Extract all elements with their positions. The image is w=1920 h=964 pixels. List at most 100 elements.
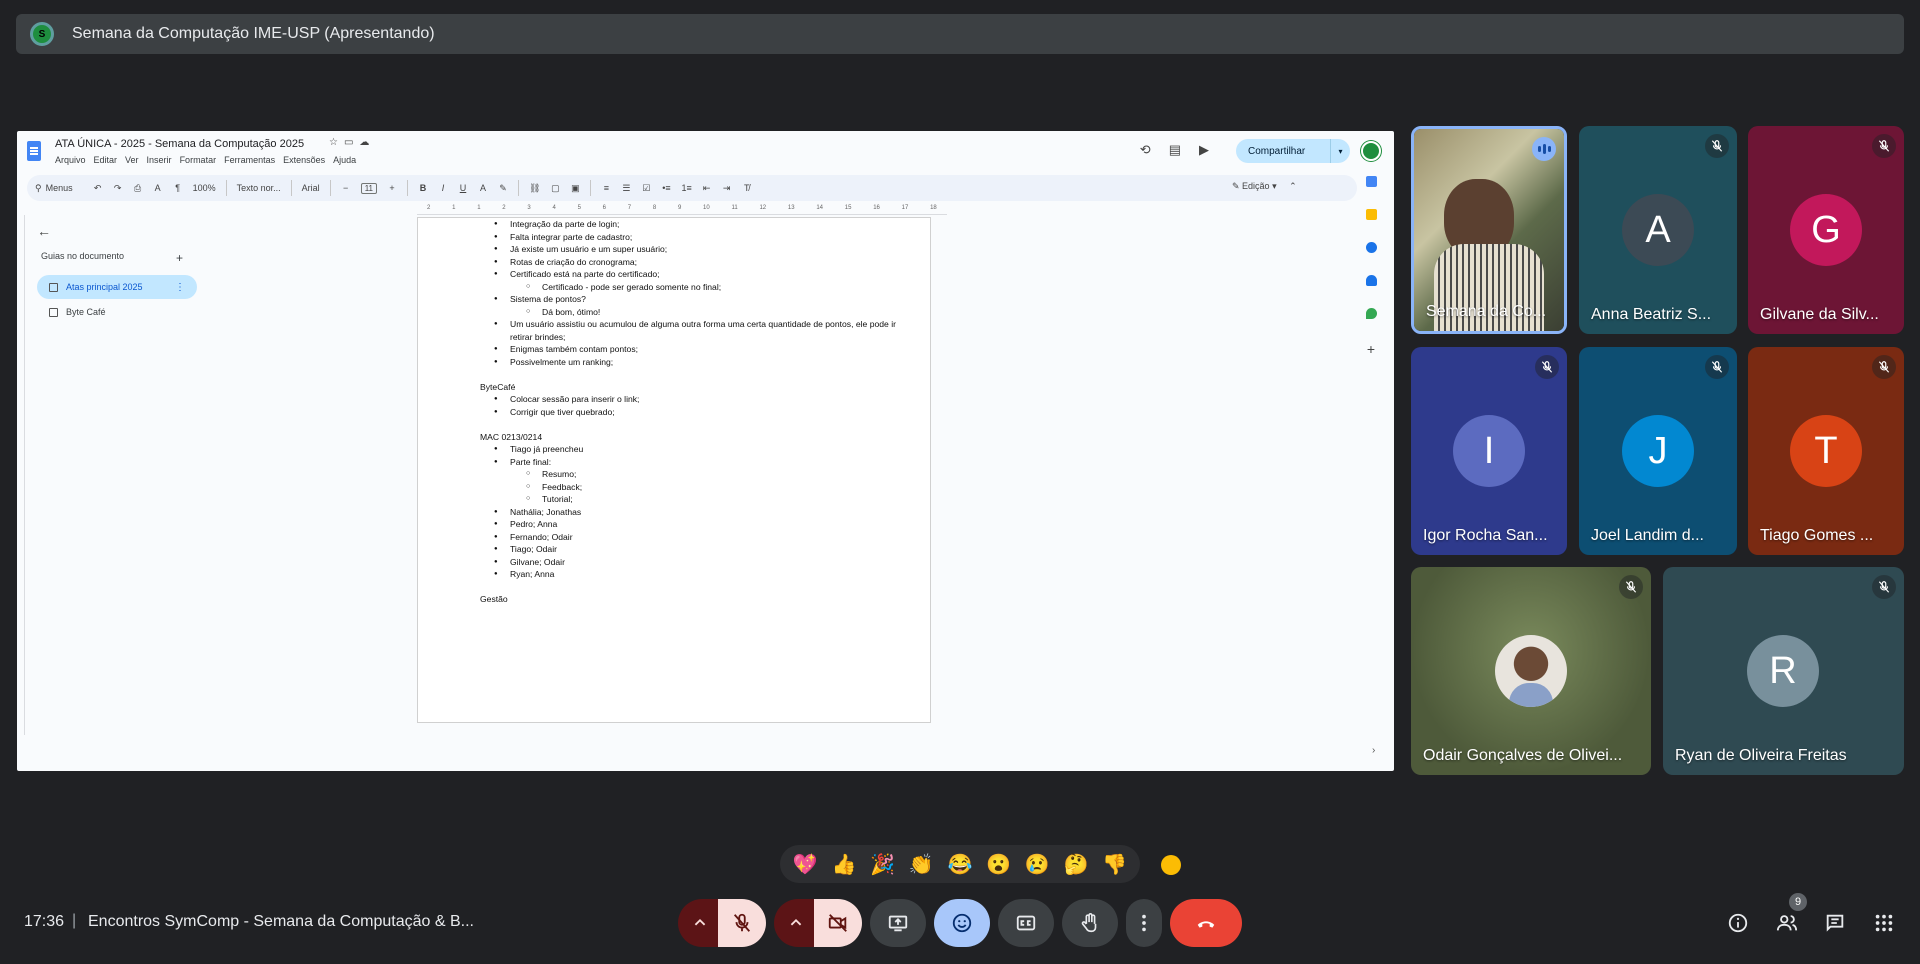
reaction-party[interactable]: 🎉 xyxy=(870,852,895,877)
ruler-tick: 15 xyxy=(844,205,852,211)
font-size-increase-icon: + xyxy=(389,183,395,193)
meet-icon: ▶ xyxy=(1199,142,1209,157)
present-screen-icon xyxy=(888,915,908,932)
participant-avatar: T xyxy=(1790,415,1862,487)
participant-tile[interactable]: Semana da Co... xyxy=(1411,126,1567,334)
participant-avatar: G xyxy=(1790,194,1862,266)
participant-avatar: J xyxy=(1622,415,1694,487)
reaction-laugh[interactable]: 😂 xyxy=(948,852,973,877)
clear-format-icon: T̸ xyxy=(743,183,750,193)
captions-button[interactable] xyxy=(998,899,1054,947)
ruler-tick: 5 xyxy=(577,205,581,211)
audio-options-button[interactable] xyxy=(678,899,722,947)
reaction-clap[interactable]: 👏 xyxy=(909,852,934,877)
participant-name: Odair Gonçalves de Olivei... xyxy=(1423,747,1623,764)
mic-toggle-button[interactable] xyxy=(718,899,766,947)
more-options-button[interactable] xyxy=(1126,899,1162,947)
participant-photo xyxy=(1495,635,1567,707)
print-icon: ⎙ xyxy=(134,182,142,193)
presenter-avatar: S xyxy=(30,22,54,46)
doc-list-item: Resumo; xyxy=(480,468,920,481)
font-size-decrease-icon: − xyxy=(343,183,349,193)
docs-side-panel-rail: + xyxy=(1362,176,1380,357)
doc-heading: Gestão xyxy=(480,594,508,604)
docs-header-actions: ⟲ ▤ ▶ xyxy=(1140,142,1209,158)
participant-tile[interactable]: R Ryan de Oliveira Freitas xyxy=(1663,567,1904,775)
italic-icon: I xyxy=(441,183,445,193)
redo-icon: ↷ xyxy=(113,182,122,193)
comment-icon: ▤ xyxy=(1168,142,1181,157)
presentation-banner: S Semana da Computação IME-USP (Apresent… xyxy=(16,14,1904,54)
doc-heading: ByteCafé xyxy=(480,381,516,392)
activities-button[interactable] xyxy=(1871,910,1897,936)
participant-tile[interactable]: J Joel Landim d... xyxy=(1579,347,1737,555)
doc-heading: MAC 0213/0214 xyxy=(480,431,543,442)
chat-button[interactable] xyxy=(1822,910,1848,936)
participant-tile[interactable]: G Gilvane da Silv... xyxy=(1748,126,1904,334)
participant-name: Tiago Gomes ... xyxy=(1760,527,1874,544)
participant-avatar: I xyxy=(1453,415,1525,487)
skin-tone-button[interactable] xyxy=(1161,855,1181,875)
captions-icon xyxy=(1016,915,1036,931)
undo-icon: ↶ xyxy=(93,182,102,193)
doc-list-item: Gilvane; Odair xyxy=(480,556,920,569)
reaction-sad[interactable]: 😢 xyxy=(1025,852,1050,877)
toolbar-divider xyxy=(518,180,519,196)
participant-tile[interactable]: Odair Gonçalves de Olivei... xyxy=(1411,567,1651,775)
raise-hand-button[interactable] xyxy=(1062,899,1118,947)
ruler-tick: 2 xyxy=(427,205,431,211)
ruler-tick: 14 xyxy=(816,205,824,211)
docs-logo-icon xyxy=(27,141,41,161)
chat-icon xyxy=(1826,914,1844,932)
leave-call-button[interactable] xyxy=(1170,899,1242,947)
participant-name: Joel Landim d... xyxy=(1591,527,1704,544)
menu-search-label: Menus xyxy=(45,183,73,193)
mic-off-icon xyxy=(1705,355,1729,379)
ruler-tick: 12 xyxy=(759,205,767,211)
meeting-details-button[interactable] xyxy=(1725,910,1751,936)
decrease-indent-icon: ⇤ xyxy=(702,182,711,193)
underline-icon: U xyxy=(459,183,467,193)
reaction-thumbs-down[interactable]: 👎 xyxy=(1102,852,1127,877)
doc-list-item: Pedro; Anna xyxy=(480,518,920,531)
reaction-thinking[interactable]: 🤔 xyxy=(1063,852,1088,877)
present-screen-button[interactable] xyxy=(870,899,926,947)
ruler-tick: 6 xyxy=(602,205,606,211)
doc-list-item: Certificado - pode ser gerado somente no… xyxy=(480,281,920,294)
font-select: Arial xyxy=(301,183,320,193)
participant-name: Gilvane da Silv... xyxy=(1760,306,1879,323)
menu-extensoes: Extensões xyxy=(283,155,326,165)
menu-ajuda: Ajuda xyxy=(333,155,357,165)
zoom-select: 100% xyxy=(192,183,216,193)
doc-list-item: Tiago; Odair xyxy=(480,543,920,556)
ruler-tick: 10 xyxy=(703,205,710,211)
reaction-surprised[interactable]: 😮 xyxy=(986,852,1011,877)
participant-tile[interactable]: I Igor Rocha San... xyxy=(1411,347,1567,555)
search-icon: ⚲ xyxy=(35,182,42,193)
add-addon-icon: + xyxy=(1366,341,1376,357)
info-icon xyxy=(1728,913,1748,933)
people-button[interactable] xyxy=(1774,910,1800,936)
doc-list-item: Possivelmente um ranking; xyxy=(480,356,920,369)
meeting-name: Encontros SymComp - Semana da Computação… xyxy=(88,913,474,930)
docs-title-icons: ☆▭☁ xyxy=(329,137,375,148)
highlight-icon: ✎ xyxy=(499,182,507,193)
camera-toggle-button[interactable] xyxy=(814,899,862,947)
reaction-heart[interactable]: 💖 xyxy=(793,852,818,877)
reactions-bar: 💖 👍 🎉 👏 😂 😮 😢 🤔 👎 xyxy=(780,845,1140,883)
calendar-icon xyxy=(1365,176,1377,187)
toolbar-divider xyxy=(590,180,592,196)
docs-header: ATA ÚNICA - 2025 - Semana da Computação … xyxy=(17,131,1394,173)
video-options-button[interactable] xyxy=(774,899,818,947)
mic-off-icon xyxy=(1872,575,1896,599)
participant-tile[interactable]: T Tiago Gomes ... xyxy=(1748,347,1904,555)
back-arrow-icon: ← xyxy=(37,223,51,239)
reaction-thumbs-up[interactable]: 👍 xyxy=(832,852,857,877)
emoji-reactions-button[interactable] xyxy=(934,899,990,947)
people-icon xyxy=(1776,915,1798,931)
ruler-tick: 9 xyxy=(677,205,682,211)
participant-tile[interactable]: A Anna Beatriz S... xyxy=(1579,126,1737,334)
doc-list-item: Sistema de pontos? xyxy=(480,293,920,306)
people-count-badge: 9 xyxy=(1789,893,1807,911)
menu-ver: Ver xyxy=(125,155,139,165)
